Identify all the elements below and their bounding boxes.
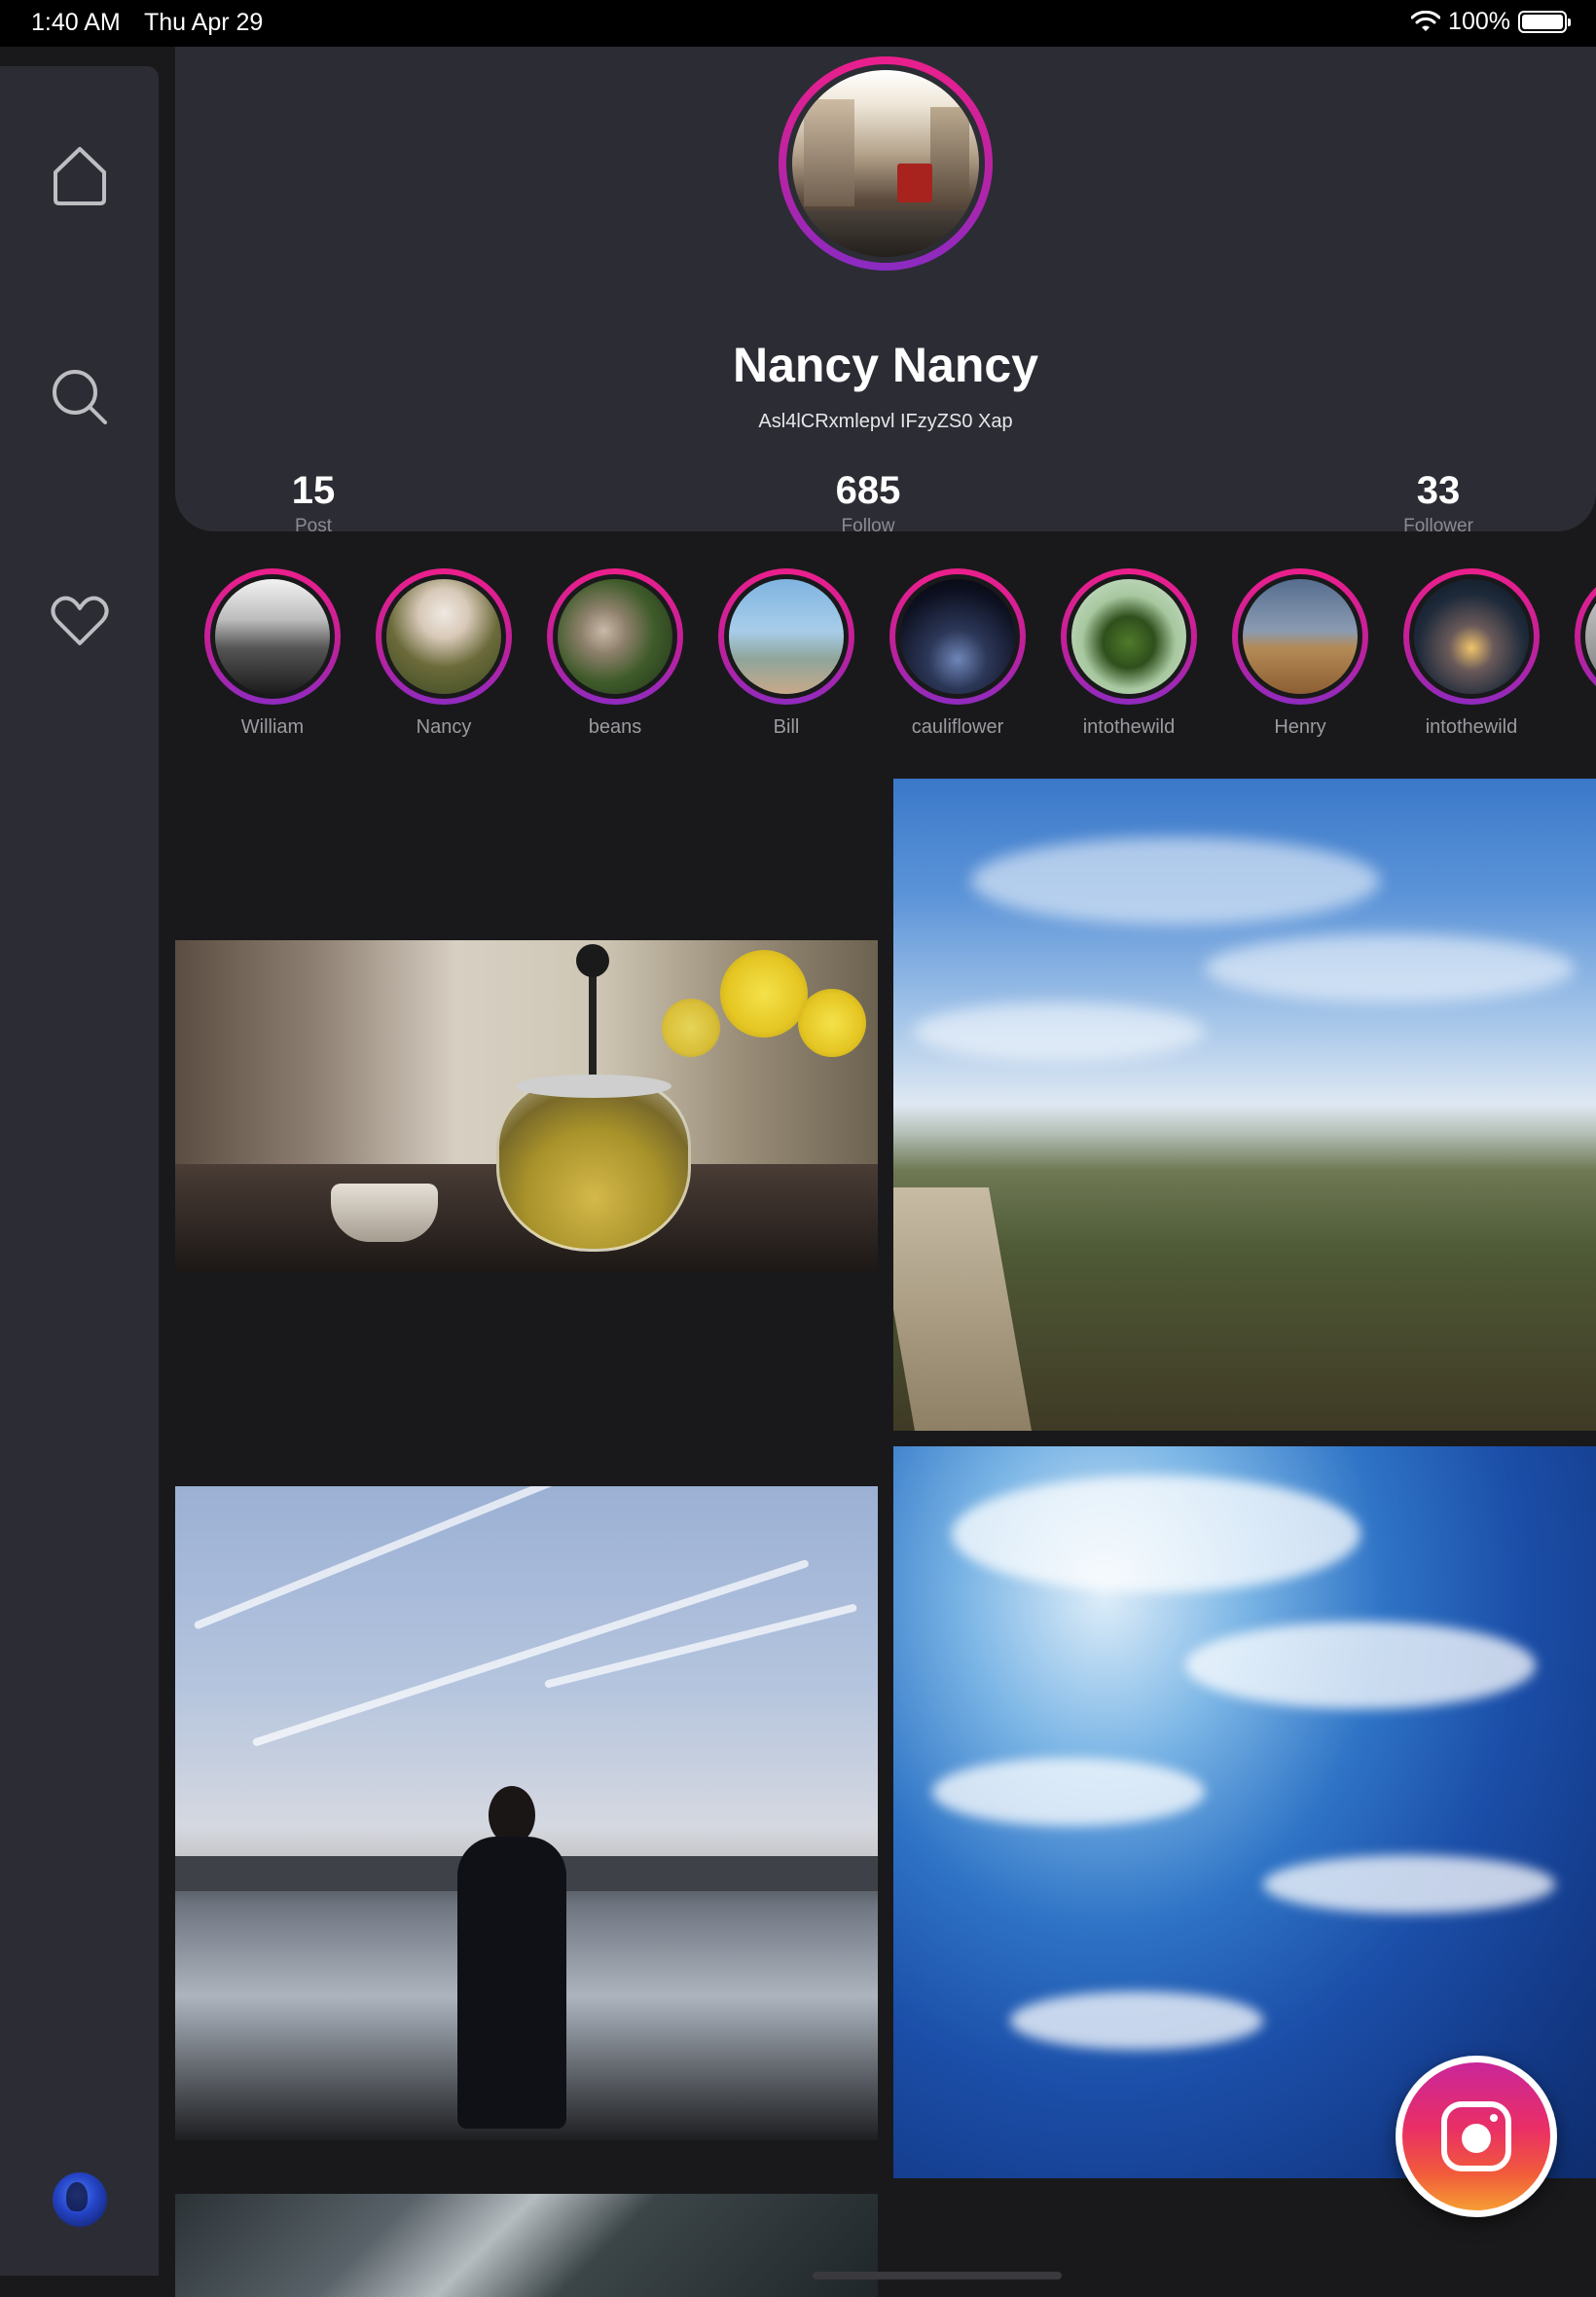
story-label: Henry bbox=[1274, 716, 1326, 738]
feed-post[interactable] bbox=[175, 2194, 878, 2297]
battery-percent: 100% bbox=[1448, 8, 1510, 35]
wifi-icon bbox=[1411, 10, 1441, 31]
status-date: Thu Apr 29 bbox=[144, 9, 264, 36]
story-photo bbox=[386, 579, 501, 694]
story-label: i bbox=[1557, 716, 1596, 739]
story-item[interactable]: cauliflower bbox=[872, 568, 1043, 739]
home-icon bbox=[54, 147, 106, 205]
story-item[interactable]: intothewild bbox=[1043, 568, 1215, 739]
avatar[interactable] bbox=[53, 2172, 107, 2227]
stat-value: 15 bbox=[291, 469, 336, 512]
stat-label: Post bbox=[294, 516, 333, 536]
story-label: intothewild bbox=[1425, 716, 1518, 738]
stat-value: 685 bbox=[835, 469, 901, 512]
stat-value: 33 bbox=[1416, 469, 1461, 512]
story-label: Bill bbox=[773, 716, 800, 738]
story-label: William bbox=[240, 716, 305, 738]
story-item[interactable]: i bbox=[1557, 568, 1596, 739]
feed-post[interactable] bbox=[893, 779, 1596, 1431]
sidebar-item-favorites[interactable] bbox=[41, 582, 119, 660]
profile-bio: Asl4lCRxmlepvl IFzyZS0 Xap bbox=[758, 411, 1013, 432]
camera-button[interactable] bbox=[1396, 2056, 1557, 2217]
app-screen: 1:40 AM Thu Apr 29 100% Nancy Nancy Asl4… bbox=[0, 0, 1596, 2297]
camera-icon bbox=[1441, 2101, 1511, 2171]
story-photo bbox=[900, 579, 1015, 694]
profile-photo bbox=[792, 70, 979, 257]
stat-label: Follower bbox=[1403, 516, 1473, 536]
stat-followers[interactable]: 33 Follower bbox=[1341, 469, 1536, 537]
story-photo bbox=[215, 579, 330, 694]
story-photo bbox=[729, 579, 844, 694]
story-photo bbox=[1243, 579, 1358, 694]
story-item[interactable]: Henry bbox=[1215, 568, 1386, 739]
home-indicator[interactable] bbox=[813, 2272, 1062, 2279]
story-item[interactable]: William bbox=[187, 568, 358, 739]
story-item[interactable]: Bill bbox=[701, 568, 872, 739]
stories-row: William Nancy beans Bill cauliflower int… bbox=[175, 568, 1596, 753]
stat-follow[interactable]: 685 Follow bbox=[771, 469, 965, 537]
profile-card: Nancy Nancy Asl4lCRxmlepvl IFzyZS0 Xap 1… bbox=[175, 47, 1596, 536]
heart-icon bbox=[51, 596, 109, 645]
stat-posts[interactable]: 15 Post bbox=[216, 469, 411, 537]
story-photo bbox=[558, 579, 672, 694]
profile-name: Nancy Nancy bbox=[732, 338, 1039, 392]
status-bar: 1:40 AM Thu Apr 29 100% bbox=[0, 0, 1596, 47]
battery-icon bbox=[1518, 11, 1571, 33]
status-indicators: 100% bbox=[1411, 8, 1571, 36]
story-label: beans bbox=[588, 716, 642, 738]
search-icon bbox=[53, 370, 107, 424]
story-label: intothewild bbox=[1082, 716, 1176, 738]
story-item[interactable]: intothewild bbox=[1386, 568, 1557, 739]
story-label: Nancy bbox=[416, 716, 472, 738]
stat-label: Follow bbox=[841, 516, 895, 536]
status-time: 1:40 AM bbox=[31, 9, 121, 36]
sidebar bbox=[0, 66, 159, 2276]
story-photo bbox=[1071, 579, 1186, 694]
sidebar-item-home[interactable] bbox=[41, 136, 119, 214]
feed-post[interactable] bbox=[175, 940, 878, 1271]
feed-post[interactable] bbox=[175, 1486, 878, 2140]
story-photo bbox=[1585, 579, 1596, 694]
story-photo bbox=[1414, 579, 1529, 694]
story-item[interactable]: beans bbox=[529, 568, 701, 739]
story-item[interactable]: Nancy bbox=[358, 568, 529, 739]
story-label: cauliflower bbox=[911, 716, 1004, 738]
profile-avatar[interactable] bbox=[779, 56, 993, 271]
sidebar-item-search[interactable] bbox=[41, 358, 119, 436]
